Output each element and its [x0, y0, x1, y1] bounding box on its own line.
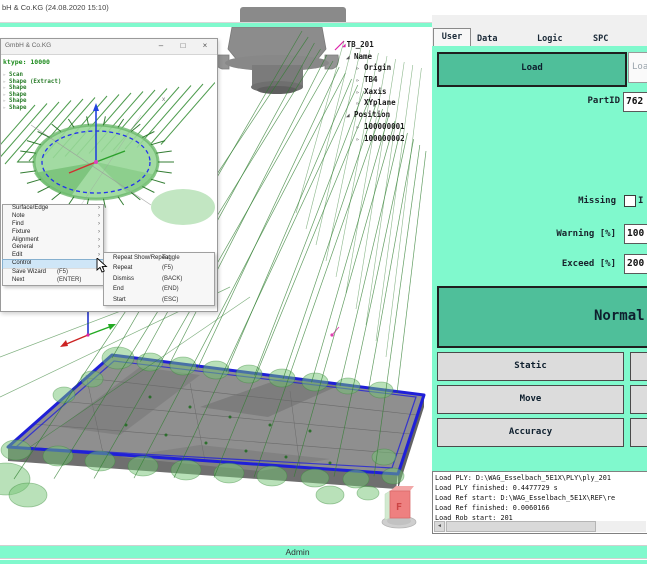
log-line: Load Ref start: D:\WAG_Esselbach_5E1X\RE… [435, 493, 646, 503]
tree-node[interactable]: ▹100000001 [336, 121, 432, 133]
log-horizontal-scrollbar[interactable] [434, 521, 646, 532]
load-status-box: Load [628, 52, 647, 83]
menu-item-control[interactable]: Control [3, 260, 103, 268]
submenu-item-dismiss[interactable]: Dismiss(BACK) [104, 274, 214, 284]
menu-item-fixture[interactable]: Fixture [3, 229, 103, 237]
scan-list-item[interactable]: ▹Shape [3, 105, 61, 112]
log-panel[interactable]: Load PLY: D:\WAG_Esselbach_5E1X\PLY\ply_… [432, 471, 647, 534]
menu-item-note[interactable]: Note [3, 213, 103, 221]
collapse-icon[interactable]: ▹ [356, 134, 364, 146]
accuracy-button[interactable]: Accuracy [437, 418, 624, 447]
scrollbar-thumb[interactable] [446, 521, 596, 532]
scan-item-list[interactable]: ▹Scan ▹Shape (Extract) ▹Shape ▹Shape ▹Sh… [3, 72, 61, 112]
load-button[interactable]: Load [437, 52, 627, 87]
window-title: bH & Co.KG (24.08.2020 15:10) [2, 3, 109, 12]
tree-node[interactable]: ▹100000002 [336, 133, 432, 145]
clipped-button[interactable] [630, 352, 647, 381]
tree-node[interactable]: ▹Origin [336, 62, 432, 74]
expand-icon[interactable]: ◢ [346, 52, 354, 64]
bottom-accent-strip [0, 560, 647, 564]
context-menu[interactable]: Surface/Edge Note Find Fixture Alignment… [2, 204, 104, 286]
scan-window-title: GmbH & Co.KG [5, 42, 51, 49]
nav-cube[interactable]: F [382, 486, 416, 528]
move-button[interactable]: Move [437, 385, 624, 414]
menu-item-save-wizard[interactable]: Save Wizard(F5) [3, 268, 103, 277]
submenu-item-end[interactable]: End(END) [104, 284, 214, 294]
status-bar: Admin [0, 545, 647, 559]
log-text: Load PLY: D:\WAG_Esselbach_5E1X\PLY\ply_… [435, 473, 646, 523]
menu-item-edit[interactable]: Edit [3, 252, 103, 260]
log-line: Load PLY finished: 0.4477729 s [435, 483, 646, 493]
partid-input[interactable]: 762 [623, 92, 647, 112]
tree-node[interactable]: ▹TB4 [336, 74, 432, 86]
viewport-3d[interactable]: F ◢TB_201 ◢Name ▹Origin ▹TB4 ▹Xaxis ▹XYp… [0, 27, 432, 533]
measurement-tree[interactable]: ◢TB_201 ◢Name ▹Origin ▹TB4 ▹Xaxis ▹XYpla… [336, 39, 432, 144]
submenu-item-repeat-show[interactable]: Repeat Show/RepeatToggle [104, 253, 214, 263]
scroll-left-icon[interactable] [434, 521, 445, 532]
normal-status-button[interactable]: Normal [437, 286, 647, 348]
control-submenu[interactable]: Repeat Show/RepeatToggle Repeat(F5) Dism… [103, 252, 215, 306]
nav-cube-face-label: F [396, 502, 402, 513]
exceed-input[interactable]: 200 [624, 254, 647, 274]
submenu-item-start[interactable]: Start(ESC) [104, 295, 214, 305]
menu-item-surface-edge[interactable]: Surface/Edge [3, 205, 103, 213]
scan-list-item[interactable]: ▹Shape [3, 98, 61, 105]
tree-node[interactable]: ▹Xaxis [336, 86, 432, 98]
scan-list-item[interactable]: ▹Shape [3, 92, 61, 99]
exceed-label: Exceed [%] [540, 259, 616, 269]
partid-label: PartID [540, 96, 620, 106]
normal-status-label: Normal [594, 308, 645, 324]
scan-list-item[interactable]: ▹Shape [3, 85, 61, 92]
menu-item-next[interactable]: Next(ENTER) [3, 277, 103, 285]
axis-label-x: x [162, 96, 165, 103]
clipped-button[interactable] [630, 385, 647, 414]
scan-window-titlebar[interactable]: GmbH & Co.KG – □ × [1, 39, 217, 55]
submenu-item-repeat[interactable]: Repeat(F5) [104, 263, 214, 273]
warning-label: Warning [%] [540, 229, 616, 239]
collapse-icon[interactable]: ▹ [356, 122, 364, 134]
current-user-label: Admin [0, 547, 621, 557]
minimize-icon[interactable]: – [153, 40, 169, 52]
scan-list-item[interactable]: ▹Shape (Extract) [3, 79, 61, 86]
menu-item-alignment[interactable]: Alignment [3, 237, 103, 245]
missing-label: Missing [540, 196, 616, 206]
log-line: Load Ref finished: 0.0060166 [435, 503, 646, 513]
tree-node[interactable]: ◢Name [336, 51, 432, 63]
close-icon[interactable]: × [197, 40, 213, 52]
maximize-icon[interactable]: □ [175, 40, 191, 52]
static-button[interactable]: Static [437, 352, 624, 381]
tree-node[interactable]: ◢Position [336, 109, 432, 121]
tab-user[interactable]: User [433, 28, 471, 47]
mouse-cursor-icon [96, 258, 108, 274]
missing-checkbox-label: I [638, 196, 647, 206]
clipped-button[interactable] [630, 418, 647, 447]
cylinder-top-fragment [240, 7, 346, 23]
tree-node[interactable]: ▹XYplane [336, 97, 432, 109]
app-window: bH & Co.KG (24.08.2020 15:10) [0, 0, 647, 564]
warning-input[interactable]: 100 [624, 224, 647, 244]
scan-list-item[interactable]: ▹Scan [3, 72, 61, 79]
magenta-flag-icon: ◢ [342, 42, 346, 49]
scan-subtitle: ktype: 10000 [3, 58, 50, 66]
missing-checkbox[interactable] [624, 195, 636, 207]
menu-item-find[interactable]: Find [3, 221, 103, 229]
expand-icon[interactable]: ◢ [346, 110, 354, 122]
menu-item-general[interactable]: General [3, 244, 103, 252]
log-line: Load PLY: D:\WAG_Esselbach_5E1X\PLY\ply_… [435, 473, 646, 483]
tree-node-root[interactable]: ◢TB_201 [336, 39, 432, 51]
